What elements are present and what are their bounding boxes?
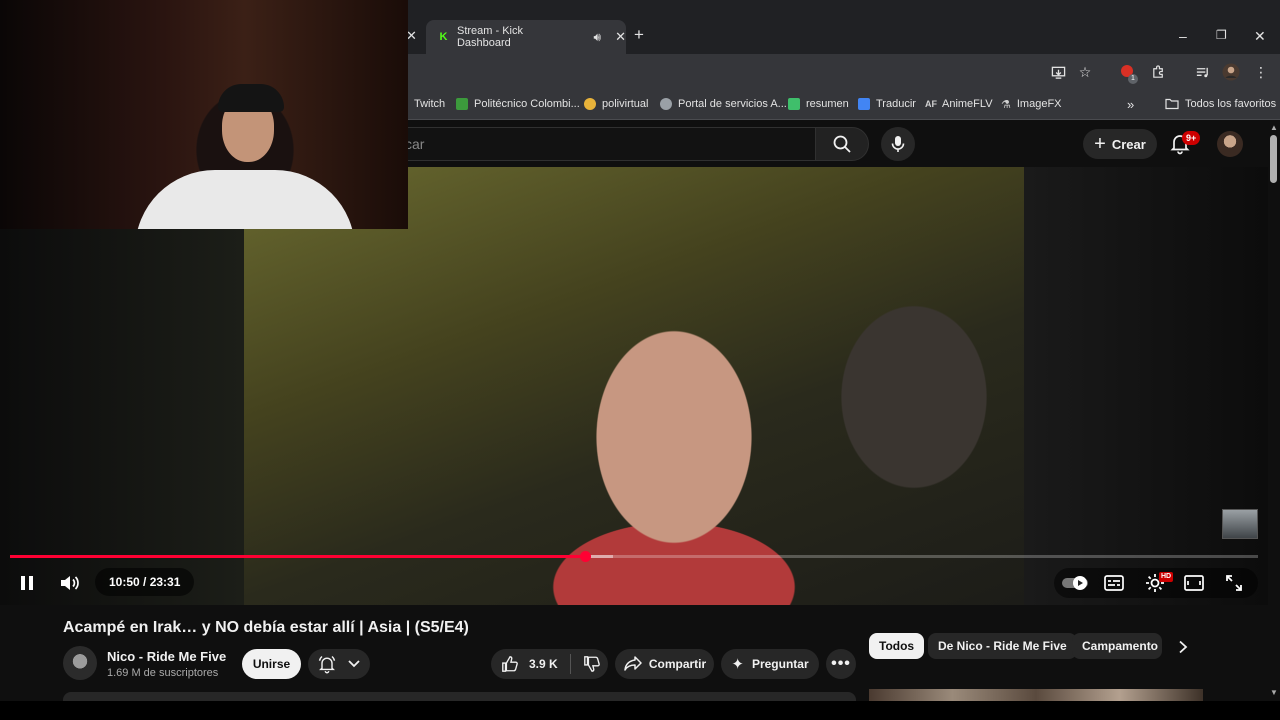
tab-label: Stream - Kick Dashboard	[456, 25, 523, 49]
microphone-icon	[891, 136, 905, 152]
animeflv-icon: AF	[925, 99, 937, 109]
translate-icon	[858, 98, 870, 110]
channel-name[interactable]: Nico - Ride Me Five	[107, 649, 226, 664]
profile-avatar-icon[interactable]	[1222, 63, 1240, 81]
more-horiz-icon: •••	[831, 655, 851, 672]
tab-kick-dashboard[interactable]: K Stream - Kick Dashboard 🔊︎ ✕	[426, 20, 626, 54]
search-icon	[833, 135, 851, 153]
subtitles-icon	[1104, 575, 1124, 591]
folder-icon	[1165, 98, 1179, 110]
restore-icon[interactable]: ❐	[1216, 28, 1227, 42]
bookmark-imagefx[interactable]: ⚗ ImageFX	[1001, 96, 1062, 112]
volume-button[interactable]	[56, 570, 84, 596]
progress-played	[10, 555, 586, 558]
kick-icon: K	[439, 31, 448, 43]
chip-campamento[interactable]: Campamento	[1072, 633, 1162, 659]
new-tab-button[interactable]: +	[634, 25, 644, 45]
webcam-overlay	[0, 0, 408, 229]
scroll-down-arrow[interactable]: ▼	[1270, 688, 1278, 697]
bookmark-polivirtual[interactable]: polivirtual	[584, 96, 648, 112]
more-actions-button[interactable]: •••	[826, 649, 856, 679]
channel-avatar[interactable]	[63, 646, 97, 680]
autoplay-toggle-icon	[1062, 576, 1088, 590]
volume-icon	[61, 576, 79, 590]
bookmark-traducir[interactable]: Traducir	[858, 96, 916, 112]
like-dislike-group: 3.9 K	[491, 649, 608, 679]
video-blur-left	[0, 167, 244, 605]
subscribed-notifications-button[interactable]	[308, 649, 370, 679]
media-controls-icon[interactable]	[1193, 63, 1211, 81]
pause-icon	[21, 576, 33, 590]
thumbs-up-icon	[502, 656, 518, 672]
page-scrollbar	[1268, 121, 1280, 701]
dislike-button[interactable]	[583, 655, 601, 673]
browser-menu-icon[interactable]: ⋮	[1252, 63, 1270, 81]
bookmark-portal-servicios[interactable]: Portal de servicios A...	[660, 96, 787, 112]
politecnico-icon	[456, 98, 468, 110]
create-button[interactable]: + Crear	[1083, 129, 1157, 159]
video-player[interactable]	[0, 167, 1268, 605]
search-input[interactable]: car	[380, 127, 816, 161]
bell-ring-icon	[318, 655, 336, 674]
bookmark-animeflv[interactable]: AF AnimeFLV	[925, 96, 993, 112]
install-app-icon[interactable]	[1049, 63, 1067, 81]
search-button[interactable]	[815, 127, 869, 161]
theater-mode-button[interactable]	[1182, 571, 1206, 595]
bookmark-politecnico[interactable]: Politécnico Colombi...	[456, 96, 580, 112]
pause-button[interactable]	[14, 570, 40, 596]
subtitles-button[interactable]	[1102, 571, 1126, 595]
resumen-icon	[788, 98, 800, 110]
chevron-right-icon	[1179, 640, 1188, 654]
theater-icon	[1184, 575, 1204, 591]
polivirtual-icon	[584, 98, 596, 110]
notifications-badge: 9+	[1182, 131, 1201, 145]
close-window-icon[interactable]: ✕	[1254, 28, 1266, 45]
extensions-puzzle-icon[interactable]	[1149, 63, 1167, 81]
tab-close-icon[interactable]: ✕	[615, 29, 626, 45]
join-button[interactable]: Unirse	[242, 649, 301, 679]
time-display: 10:50 / 23:31	[95, 568, 195, 596]
chip-channel[interactable]: De Nico - Ride Me Five	[928, 633, 1077, 659]
globe-icon	[660, 98, 672, 110]
minimize-icon[interactable]: –	[1179, 28, 1187, 44]
video-title: Acampé en Irak… y NO debía estar allí | …	[63, 619, 469, 636]
speaker-icon[interactable]: 🔊︎	[594, 30, 602, 45]
autoplay-toggle[interactable]	[1061, 574, 1089, 592]
user-avatar[interactable]	[1217, 131, 1243, 157]
subscriber-count: 1.69 M de suscriptores	[107, 667, 219, 679]
scrollbar-thumb[interactable]	[1270, 135, 1277, 183]
chips-next-button[interactable]	[1172, 636, 1194, 658]
recommended-video-thumbnail[interactable]	[869, 689, 1203, 701]
share-button[interactable]: Compartir	[615, 649, 714, 679]
ask-button[interactable]: ✦ Preguntar	[721, 649, 819, 679]
webcam-person-cap	[218, 84, 284, 112]
all-bookmarks-folder[interactable]: Todos los favoritos	[1165, 96, 1276, 112]
extension-badge: 1	[1128, 74, 1138, 84]
like-divider	[569, 654, 571, 674]
video-frame	[244, 167, 1024, 605]
bookmark-star-icon[interactable]: ☆	[1076, 63, 1094, 81]
plus-icon: +	[1094, 132, 1106, 155]
fullscreen-button[interactable]	[1222, 571, 1246, 595]
bookmark-resumen[interactable]: resumen	[788, 96, 849, 112]
hd-badge: HD	[1159, 572, 1174, 582]
bookmarks-more-button[interactable]: »	[1127, 96, 1134, 112]
voice-search-button[interactable]	[881, 127, 915, 161]
like-button[interactable]: 3.9 K	[501, 655, 558, 673]
flask-icon: ⚗	[1001, 98, 1011, 111]
scroll-up-arrow[interactable]: ▲	[1270, 123, 1278, 132]
bookmark-twitch[interactable]: Twitch	[414, 96, 445, 112]
bottom-bar	[0, 701, 1280, 720]
chevron-down-icon	[348, 660, 360, 668]
fullscreen-icon	[1226, 575, 1242, 591]
share-icon	[624, 656, 642, 671]
sparkle-icon: ✦	[731, 656, 744, 673]
channel-watermark[interactable]	[1222, 509, 1258, 539]
video-blur-right	[1024, 167, 1268, 605]
thumbs-down-icon	[583, 656, 600, 672]
webcam-person-body	[135, 170, 355, 229]
chip-todos[interactable]: Todos	[869, 633, 925, 659]
